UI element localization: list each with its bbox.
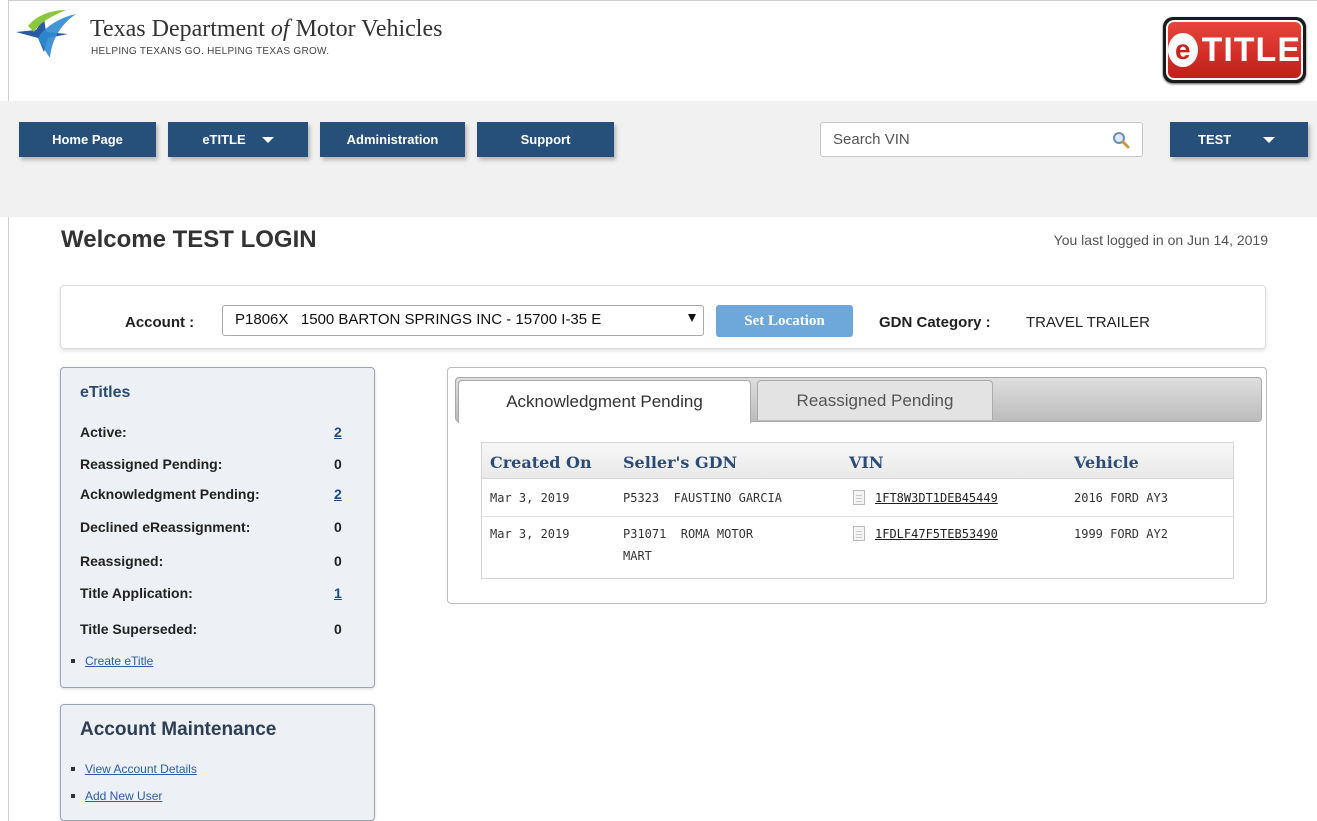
column-header-vin[interactable]: VIN [849,453,884,472]
tab-acknowledgment-pending[interactable]: Acknowledgment Pending [458,380,751,423]
document-icon[interactable] [853,490,865,505]
create-etitle-link[interactable]: Create eTitle [85,654,153,668]
chevron-down-icon [261,136,274,143]
tab-strip: Acknowledgment Pending Reassigned Pendin… [455,377,1262,423]
account-bar: Account : P1806X 1500 BARTON SPRINGS INC… [60,285,1266,349]
etitles-panel: eTitles Active: 2 Reassigned Pending: 0 … [60,367,375,688]
nav-home-button[interactable]: Home Page [19,122,156,157]
gdn-category-label: GDN Category : [879,314,991,331]
nav-administration-button[interactable]: Administration [320,122,465,157]
view-account-details-link[interactable]: View Account Details [85,762,197,776]
last-login-text: You last logged in on Jun 14, 2019 [1053,232,1268,248]
add-new-user-link[interactable]: Add New User [85,789,162,803]
nav-bar [0,101,1317,217]
etitles-panel-title: eTitles [80,384,131,401]
nav-support-button[interactable]: Support [477,122,614,157]
stat-row-reassigned: Reassigned: 0 [80,553,342,569]
agency-title: Texas Department of Motor Vehicles [90,16,443,42]
table-row[interactable]: Mar 3, 2019 P5323 FAUSTINO GARCIA 1FT8W3… [482,487,1233,517]
document-icon[interactable] [853,526,865,541]
gdn-category-value: TRAVEL TRAILER [1026,314,1150,331]
stat-acknowledgment-link[interactable]: 2 [334,486,342,502]
stat-title-application-link[interactable]: 1 [334,585,342,601]
vin-link[interactable]: 1FDLF47F5TEB53490 [875,523,998,545]
agency-tagline: HELPING TEXANS GO. HELPING TEXAS GROW. [91,46,330,57]
page-title: Welcome TEST LOGIN [61,226,317,253]
txdmv-logo-icon [16,10,76,58]
etitle-logo: e TITLE [1163,17,1306,83]
search-vin-box [820,122,1143,157]
stat-row-active: Active: 2 [80,424,342,440]
column-header-vehicle[interactable]: Vehicle [1074,453,1139,472]
pending-table: Created On Seller's GDN VIN Vehicle Mar … [481,442,1234,579]
bullet-icon [71,767,75,771]
vin-link[interactable]: 1FT8W3DT1DEB45449 [875,487,998,509]
stat-row-title-superseded: Title Superseded: 0 [80,621,342,637]
account-maintenance-title: Account Maintenance [80,719,277,740]
stat-row-title-application: Title Application: 1 [80,585,342,601]
search-vin-input[interactable] [833,131,1103,148]
user-menu-button[interactable]: TEST [1170,122,1308,157]
account-label: Account : [125,314,195,331]
column-header-seller-gdn[interactable]: Seller's GDN [623,453,737,472]
table-row[interactable]: Mar 3, 2019 P31071 ROMA MOTOR MART 1FDLF… [482,523,1233,573]
chevron-down-icon [1263,136,1276,143]
nav-etitle-menu[interactable]: eTITLE [168,122,308,157]
stat-row-reassigned-pending: Reassigned Pending: 0 [80,456,342,472]
tab-reassigned-pending[interactable]: Reassigned Pending [757,380,993,420]
stat-active-link[interactable]: 2 [334,424,342,440]
chevron-down-icon [688,314,696,322]
stat-row-acknowledgment-pending: Acknowledgment Pending: 2 [80,486,342,502]
pending-tabs-panel: Acknowledgment Pending Reassigned Pendin… [447,367,1267,604]
set-location-button[interactable]: Set Location [716,305,853,337]
search-icon[interactable] [1112,131,1130,149]
stat-row-declined: Declined eReassignment: 0 [80,519,342,535]
account-select[interactable]: P1806X 1500 BARTON SPRINGS INC - 15700 I… [222,305,704,336]
bullet-icon [71,794,75,798]
account-maintenance-panel: Account Maintenance View Account Details… [60,704,375,821]
bullet-icon [71,659,75,663]
column-header-created-on[interactable]: Created On [490,453,592,472]
table-header: Created On Seller's GDN VIN Vehicle [482,443,1233,479]
